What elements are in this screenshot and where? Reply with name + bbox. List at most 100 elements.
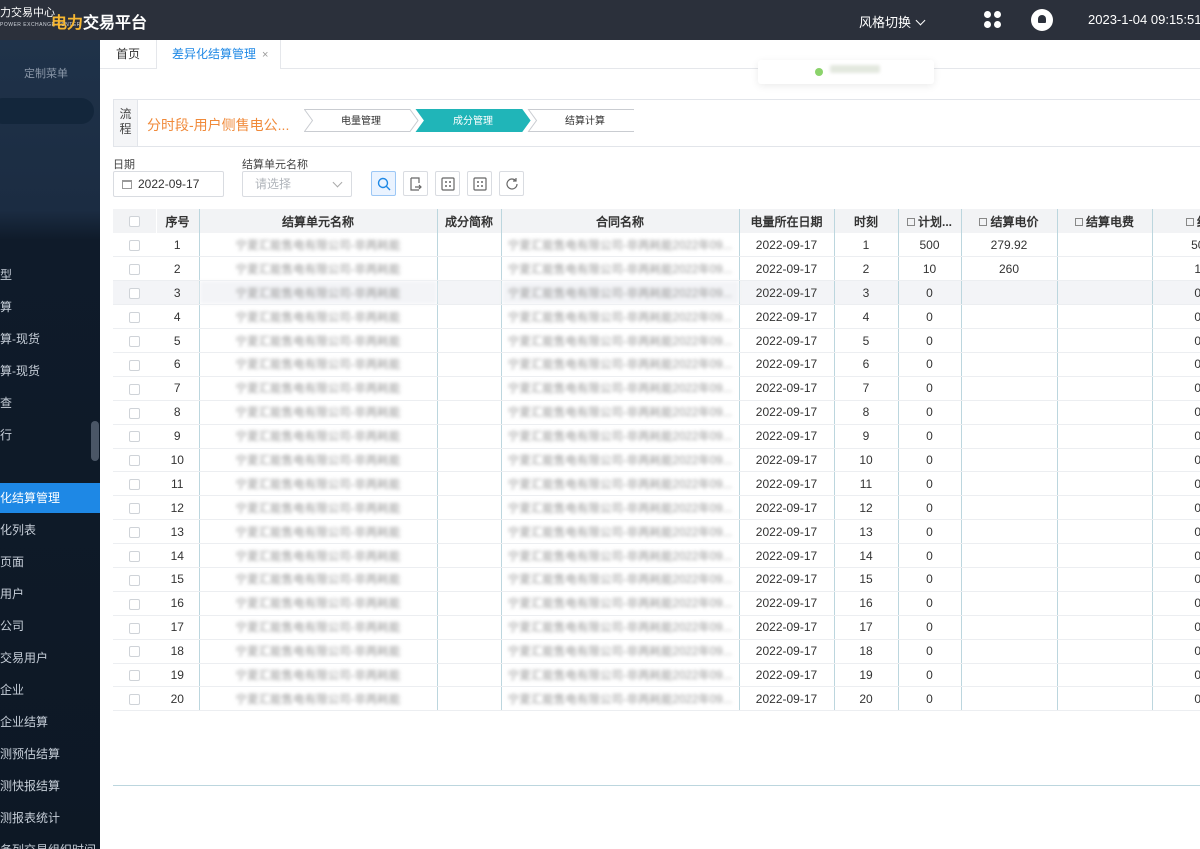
sidebar-search-input[interactable] (0, 98, 94, 124)
sidebar-item-8[interactable]: 页面 (0, 547, 100, 577)
bell-icon[interactable] (1031, 9, 1053, 31)
sidebar-item-10[interactable]: 公司 (0, 611, 100, 641)
cell-fee (1057, 424, 1153, 449)
table-row[interactable]: 11 宁夏汇能售电有限公司-非两耗能 宁夏汇能售电有限公司-非两耗能2022年09.… (113, 471, 1200, 497)
table-row[interactable]: 9 宁夏汇能售电有限公司-非两耗能 宁夏汇能售电有限公司-非两耗能2022年09..… (113, 424, 1200, 449)
col-contract[interactable]: 合同名称 (501, 209, 740, 233)
row-checkbox[interactable] (113, 663, 156, 688)
custom-menu-link[interactable]: 定制菜单 (24, 65, 68, 81)
sidebar-item-12[interactable]: 企业 (0, 675, 100, 705)
app-title: 电力交易平台 (51, 9, 147, 33)
style-switch-dropdown[interactable]: 风格切换 (859, 12, 926, 31)
sidebar-item-11[interactable]: 交易用户 (0, 643, 100, 673)
sidebar-item-9[interactable]: 用户 (0, 579, 100, 609)
row-checkbox[interactable] (113, 543, 156, 568)
select-all-checkbox[interactable] (113, 209, 157, 233)
tab-settlement-management[interactable]: 差异化结算管理 × (157, 40, 281, 69)
col-unit-name[interactable]: 结算单元名称 (199, 209, 438, 233)
col-time[interactable]: 时刻 (834, 209, 899, 233)
refresh-button[interactable] (499, 171, 524, 196)
cell-plan: 0 (898, 519, 962, 545)
table-row[interactable]: 10 宁夏汇能售电有限公司-非两耗能 宁夏汇能售电有限公司-非两耗能2022年09.… (113, 448, 1200, 473)
tab-home[interactable]: 首页 (100, 40, 157, 69)
table-row[interactable]: 1 宁夏汇能售电有限公司-非两耗能 宁夏汇能售电有限公司-非两耗能2022年09..… (113, 233, 1200, 258)
row-checkbox[interactable] (113, 591, 156, 616)
table-row[interactable]: 4 宁夏汇能售电有限公司-非两耗能 宁夏汇能售电有限公司-非两耗能2022年09..… (113, 304, 1200, 330)
table-row[interactable]: 19 宁夏汇能售电有限公司-非两耗能 宁夏汇能售电有限公司-非两耗能2022年09.… (113, 663, 1200, 688)
sidebar-item-7[interactable]: 化列表 (0, 515, 100, 545)
row-checkbox[interactable] (113, 686, 156, 712)
cell-time: 7 (834, 376, 899, 401)
row-checkbox[interactable] (113, 567, 156, 592)
sidebar-item-13[interactable]: 企业结算 (0, 707, 100, 737)
row-checkbox[interactable] (113, 400, 156, 425)
cell-abbr (437, 448, 502, 473)
calc-alt-button[interactable] (467, 171, 492, 196)
table-row[interactable]: 3 宁夏汇能售电有限公司-非两耗能 宁夏汇能售电有限公司-非两耗能2022年09..… (113, 280, 1200, 306)
row-checkbox[interactable] (113, 256, 156, 282)
sidebar-item-2[interactable]: 算-现货 (0, 324, 100, 354)
col-seq[interactable]: 序号 (156, 209, 200, 233)
cell-date: 2022-09-17 (739, 448, 835, 473)
table-row[interactable]: 7 宁夏汇能售电有限公司-非两耗能 宁夏汇能售电有限公司-非两耗能2022年09..… (113, 376, 1200, 401)
app-grid-icon[interactable] (984, 11, 1002, 29)
flow-step-0[interactable]: 电量管理 (304, 109, 419, 132)
sidebar-item-15[interactable]: 测快报结算 (0, 771, 100, 801)
row-checkbox[interactable] (113, 304, 156, 330)
row-checkbox[interactable] (113, 495, 156, 521)
row-checkbox[interactable] (113, 424, 156, 449)
table-row[interactable]: 17 宁夏汇能售电有限公司-非两耗能 宁夏汇能售电有限公司-非两耗能2022年09.… (113, 615, 1200, 640)
row-checkbox[interactable] (113, 280, 156, 306)
row-checkbox[interactable] (113, 448, 156, 473)
sidebar-item-0[interactable]: 型 (0, 260, 100, 290)
sidebar-item-6[interactable]: 化结算管理 (0, 483, 100, 513)
table-row[interactable]: 6 宁夏汇能售电有限公司-非两耗能 宁夏汇能售电有限公司-非两耗能2022年09..… (113, 352, 1200, 377)
cell-seq: 7 (156, 376, 200, 401)
sidebar-item-5[interactable]: 行 (0, 420, 100, 450)
search-button[interactable] (371, 171, 396, 196)
table-row[interactable]: 13 宁夏汇能售电有限公司-非两耗能 宁夏汇能售电有限公司-非两耗能2022年09.… (113, 519, 1200, 545)
date-input[interactable]: 2022-09-17 (113, 171, 224, 197)
sidebar-item-1[interactable]: 算 (0, 292, 100, 322)
col-date[interactable]: 电量所在日期 (739, 209, 835, 233)
col-last[interactable]: 结 (1152, 209, 1200, 233)
row-checkbox[interactable] (113, 376, 156, 401)
row-checkbox[interactable] (113, 615, 156, 640)
sidebar-item-3[interactable]: 算-现货 (0, 356, 100, 386)
row-checkbox[interactable] (113, 328, 156, 353)
row-checkbox[interactable] (113, 519, 156, 545)
flow-step-1[interactable]: 成分管理 (415, 109, 531, 132)
row-checkbox[interactable] (113, 352, 156, 377)
close-icon[interactable]: × (262, 49, 268, 61)
table-row[interactable]: 18 宁夏汇能售电有限公司-非两耗能 宁夏汇能售电有限公司-非两耗能2022年09.… (113, 639, 1200, 664)
cell-name: 宁夏汇能售电有限公司-非两耗能 (199, 686, 438, 712)
calc-button[interactable] (435, 171, 460, 196)
col-abbr[interactable]: 成分简称 (437, 209, 502, 233)
col-price[interactable]: 结算电价 (961, 209, 1058, 233)
table-row[interactable]: 20 宁夏汇能售电有限公司-非两耗能 宁夏汇能售电有限公司-非两耗能2022年09.… (113, 686, 1200, 712)
table-row[interactable]: 5 宁夏汇能售电有限公司-非两耗能 宁夏汇能售电有限公司-非两耗能2022年09..… (113, 328, 1200, 353)
table-row[interactable]: 15 宁夏汇能售电有限公司-非两耗能 宁夏汇能售电有限公司-非两耗能2022年09.… (113, 567, 1200, 592)
table-row[interactable]: 8 宁夏汇能售电有限公司-非两耗能 宁夏汇能售电有限公司-非两耗能2022年09..… (113, 400, 1200, 425)
export-button[interactable] (403, 171, 428, 196)
table-row[interactable]: 12 宁夏汇能售电有限公司-非两耗能 宁夏汇能售电有限公司-非两耗能2022年09.… (113, 495, 1200, 521)
unit-select[interactable]: 请选择 (242, 171, 352, 197)
col-fee[interactable]: 结算电费 (1057, 209, 1153, 233)
row-checkbox[interactable] (113, 639, 156, 664)
sidebar-item-4[interactable]: 查 (0, 388, 100, 418)
edit-icon (1074, 217, 1083, 226)
table-row[interactable]: 14 宁夏汇能售电有限公司-非两耗能 宁夏汇能售电有限公司-非两耗能2022年09.… (113, 543, 1200, 568)
col-plan[interactable]: 计划... (898, 209, 962, 233)
row-checkbox[interactable] (113, 471, 156, 497)
table-row[interactable]: 2 宁夏汇能售电有限公司-非两耗能 宁夏汇能售电有限公司-非两耗能2022年09..… (113, 256, 1200, 282)
sidebar-item-16[interactable]: 测报表统计 (0, 803, 100, 833)
flow-step-2[interactable]: 结算计算 (527, 109, 635, 132)
cell-fee (1057, 591, 1153, 616)
table-row[interactable]: 16 宁夏汇能售电有限公司-非两耗能 宁夏汇能售电有限公司-非两耗能2022年09.… (113, 591, 1200, 616)
table-scrollbar-track[interactable] (113, 785, 1200, 786)
sidebar-item-14[interactable]: 测预估结算 (0, 739, 100, 769)
row-checkbox[interactable] (113, 233, 156, 258)
date-label: 日期 (113, 159, 135, 171)
sidebar-scrollbar[interactable] (91, 421, 99, 461)
sidebar-item-17[interactable]: 务列交易组织时间 (0, 835, 100, 849)
